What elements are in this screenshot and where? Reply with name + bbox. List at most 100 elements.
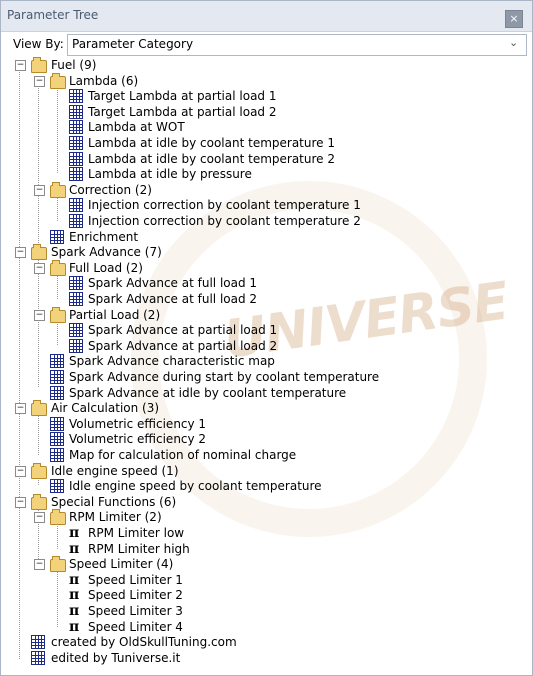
tree-node-rpm-limiter[interactable]: − RPM Limiter (2) bbox=[1, 509, 532, 526]
folder-open-icon bbox=[50, 509, 66, 526]
tree-node-lambda[interactable]: − Lambda (6) bbox=[1, 72, 532, 89]
table-map-icon bbox=[69, 198, 83, 213]
tree-node-label: Speed Limiter 3 bbox=[88, 604, 183, 618]
collapse-toggle[interactable]: − bbox=[34, 75, 45, 87]
close-button[interactable]: × bbox=[505, 10, 523, 28]
table-map-icon bbox=[69, 136, 83, 150]
tree-leaf-target-lambda-2[interactable]: Target Lambda at partial load 2 bbox=[1, 104, 532, 120]
tree-node-label: RPM Limiter (2) bbox=[69, 510, 162, 525]
tree-node-label: created by OldSkullTuning.com bbox=[51, 635, 237, 650]
tree-leaf-spark-full-load-1[interactable]: Spark Advance at full load 1 bbox=[1, 275, 532, 291]
tree-leaf-volumetric-efficiency-2[interactable]: Volumetric efficiency 2 bbox=[1, 431, 532, 447]
tree-node-correction[interactable]: − Correction (2) bbox=[1, 181, 532, 198]
tree-node-label: Speed Limiter 2 bbox=[88, 588, 183, 603]
collapse-toggle[interactable]: − bbox=[15, 403, 26, 415]
folder-open-icon bbox=[50, 72, 66, 89]
collapse-toggle[interactable]: − bbox=[34, 262, 45, 274]
tree-node-label: Speed Limiter 1 bbox=[88, 572, 183, 587]
view-by-select[interactable]: Parameter Category ⌄ bbox=[67, 34, 527, 56]
tree-node-label: Idle engine speed (1) bbox=[51, 463, 179, 478]
tree-leaf-created-by[interactable]: created by OldSkullTuning.com bbox=[1, 634, 532, 650]
tree-leaf-rpm-limiter-low[interactable]: π RPM Limiter low bbox=[1, 525, 532, 541]
tree-node-label: Target Lambda at partial load 2 bbox=[88, 104, 277, 119]
tree-node-label: edited by Tuniverse.it bbox=[51, 650, 181, 665]
table-map-icon bbox=[69, 104, 83, 119]
tree-leaf-injection-correction-1[interactable]: Injection correction by coolant temperat… bbox=[1, 197, 532, 213]
tree-leaf-speed-limiter-2[interactable]: π Speed Limiter 2 bbox=[1, 587, 532, 603]
table-map-icon bbox=[50, 432, 64, 447]
tree-node-label: Partial Load (2) bbox=[69, 307, 161, 322]
tree-node-label: RPM Limiter high bbox=[88, 541, 190, 556]
table-map-icon bbox=[69, 338, 83, 353]
tree-node-label: Correction (2) bbox=[69, 182, 152, 197]
collapse-toggle[interactable]: − bbox=[15, 60, 26, 71]
collapse-toggle[interactable]: − bbox=[34, 559, 45, 571]
table-map-icon bbox=[50, 354, 64, 369]
table-map-icon bbox=[50, 479, 64, 494]
tree-node-label: Spark Advance (7) bbox=[51, 245, 162, 260]
view-by-selected-value: Parameter Category bbox=[72, 37, 194, 51]
table-map-icon bbox=[31, 635, 45, 650]
tree-node-label: Spark Advance at idle by coolant tempera… bbox=[69, 385, 347, 400]
tree-node-special-functions[interactable]: − Special Functions (6) bbox=[1, 493, 532, 510]
collapse-toggle[interactable]: − bbox=[34, 309, 45, 321]
tree-leaf-speed-limiter-1[interactable]: π Speed Limiter 1 bbox=[1, 572, 532, 588]
tree-leaf-nominal-charge-map[interactable]: Map for calculation of nominal charge bbox=[1, 447, 532, 463]
folder-open-icon bbox=[31, 244, 47, 261]
table-map-icon bbox=[31, 650, 45, 665]
tree-node-label: Lambda at WOT bbox=[88, 120, 185, 135]
tree-leaf-spark-idle-coolant[interactable]: Spark Advance at idle by coolant tempera… bbox=[1, 385, 532, 401]
tree-leaf-spark-partial-load-2[interactable]: Spark Advance at partial load 2 bbox=[1, 338, 532, 354]
tree-node-label: Fuel (9) bbox=[51, 58, 97, 72]
collapse-toggle[interactable]: − bbox=[34, 184, 45, 196]
tree-node-speed-limiter[interactable]: − Speed Limiter (4) bbox=[1, 556, 532, 573]
collapse-toggle[interactable]: − bbox=[15, 465, 26, 477]
collapse-toggle[interactable]: − bbox=[15, 247, 26, 259]
tree-leaf-speed-limiter-3[interactable]: π Speed Limiter 3 bbox=[1, 603, 532, 619]
tree-node-label: Spark Advance during start by coolant te… bbox=[69, 370, 380, 384]
tree-leaf-enrichment[interactable]: Enrichment bbox=[1, 229, 532, 245]
tree-leaf-spark-partial-load-1[interactable]: Spark Advance at partial load 1 bbox=[1, 322, 532, 338]
tree-node-full-load[interactable]: − Full Load (2) bbox=[1, 259, 532, 276]
tree-node-label: Map for calculation of nominal charge bbox=[69, 448, 297, 462]
folder-open-icon bbox=[31, 493, 47, 510]
folder-open-icon bbox=[31, 400, 47, 417]
tree-node-fuel[interactable]: − Fuel (9) bbox=[1, 57, 532, 73]
tree-leaf-spark-start-coolant[interactable]: Spark Advance during start by coolant te… bbox=[1, 369, 532, 385]
tree-leaf-edited-by[interactable]: edited by Tuniverse.it bbox=[1, 650, 532, 666]
tree-node-label: Speed Limiter 4 bbox=[88, 619, 183, 634]
collapse-toggle[interactable]: − bbox=[15, 496, 26, 508]
tree-leaf-lambda-idle-coolant-1[interactable]: Lambda at idle by coolant temperature 1 bbox=[1, 135, 532, 151]
chevron-down-icon: ⌄ bbox=[509, 36, 519, 49]
tree-node-label: Spark Advance at partial load 2 bbox=[88, 338, 278, 353]
tree-node-idle-engine-speed[interactable]: − Idle engine speed (1) bbox=[1, 462, 532, 479]
tree-leaf-spark-characteristic-map[interactable]: Spark Advance characteristic map bbox=[1, 353, 532, 369]
tree-node-label: Spark Advance characteristic map bbox=[69, 354, 275, 369]
tree-node-label: Special Functions (6) bbox=[51, 494, 177, 509]
table-map-icon bbox=[50, 385, 64, 400]
table-map-icon bbox=[50, 370, 64, 384]
folder-open-icon bbox=[50, 181, 66, 198]
tree-node-label: Volumetric efficiency 1 bbox=[69, 416, 207, 431]
tree-leaf-lambda-idle-coolant-2[interactable]: Lambda at idle by coolant temperature 2 bbox=[1, 151, 532, 167]
tree-leaf-lambda-idle-pressure[interactable]: Lambda at idle by pressure bbox=[1, 166, 532, 182]
tree-leaf-rpm-limiter-high[interactable]: π RPM Limiter high bbox=[1, 541, 532, 557]
tree-leaf-volumetric-efficiency-1[interactable]: Volumetric efficiency 1 bbox=[1, 416, 532, 432]
table-map-icon bbox=[50, 448, 64, 462]
tree-node-label: Spark Advance at full load 2 bbox=[88, 292, 258, 306]
tree-leaf-speed-limiter-4[interactable]: π Speed Limiter 4 bbox=[1, 619, 532, 635]
tree-node-label: Spark Advance at partial load 1 bbox=[88, 323, 278, 338]
collapse-toggle[interactable]: − bbox=[34, 512, 45, 524]
parameter-tree-panel: Parameter Tree × View By: Parameter Cate… bbox=[0, 0, 533, 676]
tree-leaf-spark-full-load-2[interactable]: Spark Advance at full load 2 bbox=[1, 291, 532, 307]
tree-leaf-lambda-wot[interactable]: Lambda at WOT bbox=[1, 119, 532, 135]
tree-leaf-target-lambda-1[interactable]: Target Lambda at partial load 1 bbox=[1, 88, 532, 104]
tree-leaf-idle-speed-coolant[interactable]: Idle engine speed by coolant temperature bbox=[1, 478, 532, 494]
folder-open-icon bbox=[31, 462, 47, 479]
tree-node-air-calculation[interactable]: − Air Calculation (3) bbox=[1, 400, 532, 417]
tree-node-label: Lambda at idle by pressure bbox=[88, 167, 252, 182]
tree-node-partial-load[interactable]: − Partial Load (2) bbox=[1, 306, 532, 323]
tree-node-spark-advance[interactable]: − Spark Advance (7) bbox=[1, 244, 532, 261]
tree-leaf-injection-correction-2[interactable]: Injection correction by coolant temperat… bbox=[1, 213, 532, 229]
pi-constant-icon: π bbox=[69, 525, 80, 541]
